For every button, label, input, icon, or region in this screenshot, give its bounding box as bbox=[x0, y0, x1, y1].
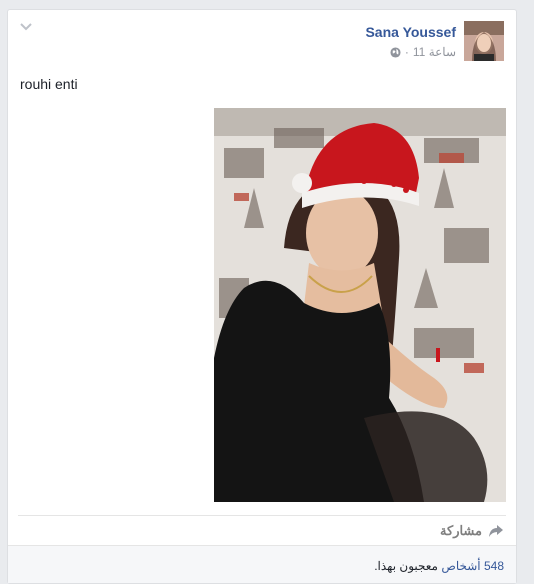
post-photo[interactable] bbox=[214, 108, 506, 502]
share-arrow-icon bbox=[489, 525, 503, 537]
post-text: rouhi enti bbox=[20, 76, 78, 92]
post-timestamp[interactable]: 11 ساعة bbox=[413, 45, 456, 59]
chevron-down-icon[interactable] bbox=[19, 22, 33, 32]
meta-separator: · bbox=[404, 45, 409, 59]
action-divider bbox=[18, 515, 506, 516]
author-name[interactable]: Sana Youssef bbox=[365, 24, 456, 40]
avatar[interactable] bbox=[464, 21, 504, 61]
share-button[interactable]: مشاركة bbox=[440, 523, 504, 539]
globe-icon[interactable] bbox=[390, 46, 401, 58]
share-label: مشاركة bbox=[440, 523, 482, 538]
post-meta: · 11 ساعة bbox=[390, 45, 456, 59]
likes-suffix: معجبون بهذا. bbox=[374, 559, 442, 573]
post-card: Sana Youssef · 11 ساعة rouhi enti مشاركة… bbox=[7, 9, 517, 584]
likes-summary: 548 أشخاص معجبون بهذا. bbox=[374, 559, 504, 573]
likes-count-link[interactable]: 548 أشخاص bbox=[441, 559, 504, 573]
likes-footer: 548 أشخاص معجبون بهذا. bbox=[8, 545, 516, 583]
